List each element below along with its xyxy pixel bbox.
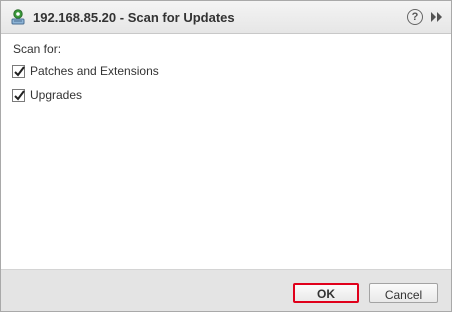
scan-for-label: Scan for:: [13, 42, 62, 56]
host-scan-icon: [9, 8, 27, 26]
checkmark-icon: [14, 65, 25, 77]
checkmark-icon: [14, 89, 25, 101]
patches-and-extensions-label: Patches and Extensions: [30, 64, 159, 78]
upgrades-label: Upgrades: [30, 88, 83, 102]
cancel-button[interactable]: Cancel: [369, 283, 438, 303]
dialog-title: 192.168.85.20 - Scan for Updates: [33, 10, 235, 25]
help-icon[interactable]: ?: [407, 9, 423, 25]
dialog-content: Scan for: Patches and Extensions Upgrade…: [1, 34, 451, 269]
patches-and-extensions-checkbox[interactable]: [12, 64, 25, 78]
patches-and-extensions-option[interactable]: Patches and Extensions: [12, 63, 159, 79]
scan-for-updates-dialog: 192.168.85.20 - Scan for Updates ? Scan …: [0, 0, 452, 312]
ok-button[interactable]: OK: [293, 283, 359, 303]
upgrades-checkbox[interactable]: [12, 88, 25, 102]
dialog-footer: OK Cancel: [1, 269, 451, 311]
dialog-titlebar: 192.168.85.20 - Scan for Updates ?: [1, 1, 451, 34]
upgrades-option[interactable]: Upgrades: [12, 87, 82, 103]
double-chevron-right-icon[interactable]: [430, 11, 444, 23]
